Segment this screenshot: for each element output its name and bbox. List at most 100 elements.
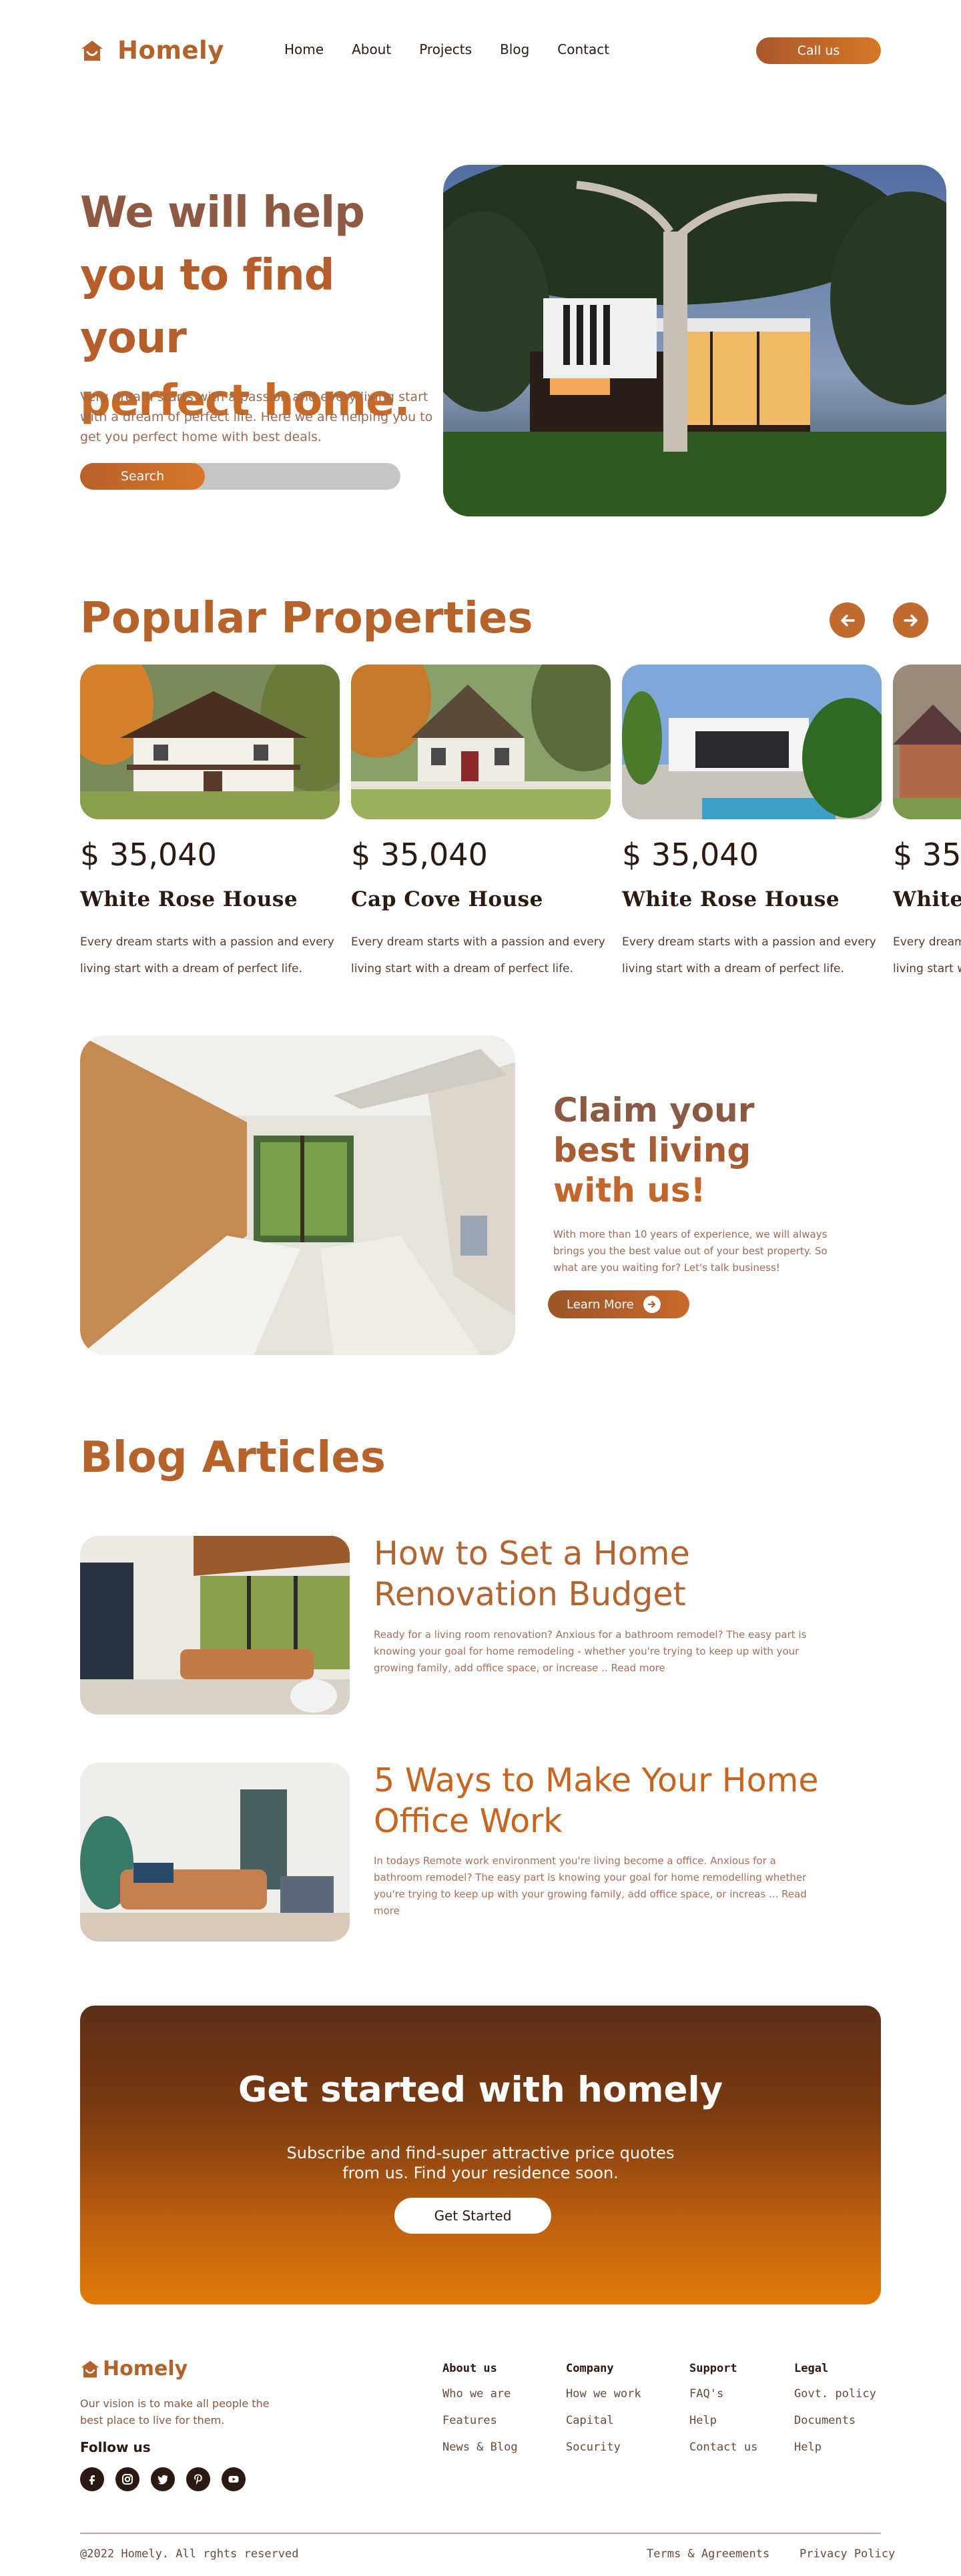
prev-button[interactable] bbox=[830, 602, 865, 638]
property-description-line: Every dream starts with a passion and ev… bbox=[80, 935, 334, 949]
hero-title-line-2: you to find your bbox=[80, 251, 335, 363]
property-price: $ 35,040 bbox=[80, 837, 217, 873]
footer-tagline: Our vision is to make all people the bes… bbox=[80, 2397, 270, 2427]
property-card[interactable]: $ 35,040 Cap Cove House Every dream star… bbox=[351, 665, 611, 985]
footer-column-company: Company How we work Capital Socurity bbox=[566, 2362, 641, 2467]
footer-column-about: About us Who we are Features News & Blog bbox=[442, 2362, 518, 2467]
footer-link[interactable]: News & Blog bbox=[442, 2441, 518, 2454]
footer-link[interactable]: Help bbox=[794, 2441, 876, 2454]
footer-link[interactable]: Features bbox=[442, 2414, 518, 2427]
property-card[interactable]: $ 35,040 White Rose House Every dream st… bbox=[622, 665, 882, 985]
blog-article-image[interactable] bbox=[80, 1763, 350, 1942]
property-name: Cap Cove House bbox=[351, 887, 543, 911]
footer-link[interactable]: Who we are bbox=[442, 2387, 518, 2401]
call-us-button[interactable]: Call us bbox=[756, 37, 881, 64]
blog-title: Blog Articles bbox=[80, 1433, 386, 1482]
footer-link[interactable]: How we work bbox=[566, 2387, 641, 2401]
claim-title: Claim your best living with us! bbox=[553, 1090, 820, 1210]
property-name: White Rose House bbox=[80, 887, 298, 911]
property-description-line: Every dream starts with a passion and ev… bbox=[893, 935, 961, 949]
arrow-left-icon bbox=[840, 614, 855, 626]
footer-link[interactable]: Socurity bbox=[566, 2441, 641, 2454]
footer-column-heading: About us bbox=[442, 2362, 497, 2375]
property-description-line: living start with a dream of perfect lif… bbox=[622, 962, 844, 975]
house-logo-icon bbox=[81, 40, 103, 61]
nav-about[interactable]: About bbox=[352, 41, 391, 57]
footer-divider bbox=[80, 2533, 881, 2534]
nav-blog[interactable]: Blog bbox=[500, 41, 529, 57]
footer-link[interactable]: Help bbox=[689, 2414, 757, 2427]
youtube-icon[interactable] bbox=[222, 2467, 246, 2491]
learn-more-label: Learn More bbox=[567, 1297, 634, 1312]
facebook-icon[interactable] bbox=[80, 2467, 104, 2491]
cta-subtitle-line: Subscribe and find-super attractive pric… bbox=[286, 2144, 675, 2162]
blog-article-image[interactable] bbox=[80, 1536, 350, 1715]
footer-column-heading: Legal bbox=[794, 2362, 829, 2375]
arrow-right-icon bbox=[903, 614, 918, 626]
footer-logo[interactable]: Homely bbox=[80, 2357, 188, 2381]
footer-link[interactable]: Documents bbox=[794, 2414, 876, 2427]
property-name: White Rose House bbox=[622, 887, 840, 911]
popular-title: Popular Properties bbox=[80, 594, 533, 643]
footer-link[interactable]: Capital bbox=[566, 2414, 641, 2427]
property-description-line: living start with a dream of perfect lif… bbox=[80, 962, 302, 975]
kitchen-image bbox=[80, 1035, 515, 1355]
property-price: $ 35,040 bbox=[893, 837, 961, 873]
social-links bbox=[80, 2467, 246, 2491]
footer-link[interactable]: FAQ's bbox=[689, 2387, 757, 2401]
twitter-icon[interactable] bbox=[151, 2467, 175, 2491]
property-name: White Rose House bbox=[893, 887, 961, 911]
learn-more-button[interactable]: Learn More bbox=[548, 1290, 689, 1318]
footer-column-legal: Legal Govt. policy Documents Help bbox=[794, 2362, 876, 2467]
arrow-right-icon bbox=[643, 1296, 661, 1313]
property-price: $ 35,040 bbox=[622, 837, 759, 873]
footer-link[interactable]: Contact us bbox=[689, 2441, 757, 2454]
nav-contact[interactable]: Contact bbox=[557, 41, 609, 57]
property-image bbox=[80, 665, 340, 819]
blog-article-title[interactable]: 5 Ways to Make Your Home Office Work bbox=[374, 1760, 881, 1841]
next-button[interactable] bbox=[893, 602, 928, 638]
footer-column-support: Support FAQ's Help Contact us bbox=[689, 2362, 757, 2467]
property-description: Every dream starts with a passion and ev… bbox=[622, 929, 882, 982]
hero-subtitle: Very dream starts with a passion and eve… bbox=[80, 390, 433, 444]
privacy-link[interactable]: Privacy Policy bbox=[799, 2547, 895, 2561]
claim-subtitle: With more than 10 years of experience, w… bbox=[553, 1228, 828, 1274]
cta-title: Get started with homely bbox=[238, 2070, 723, 2110]
main-nav: Home About Projects Blog Contact bbox=[284, 41, 637, 57]
property-image bbox=[351, 665, 611, 819]
nav-home[interactable]: Home bbox=[284, 41, 324, 57]
brand-logo[interactable]: Homely bbox=[80, 36, 224, 65]
house-logo-icon bbox=[81, 2360, 99, 2377]
property-description: Every dream starts with a passion and ev… bbox=[893, 929, 961, 982]
property-card[interactable]: $ 35,040 White Rose House Every dream st… bbox=[893, 665, 961, 985]
claim-title-line-2: best living bbox=[553, 1131, 751, 1170]
terms-link[interactable]: Terms & Agreements bbox=[647, 2547, 769, 2561]
cta-subtitle-line: from us. Find your residence soon. bbox=[342, 2164, 619, 2182]
footer-column-heading: Support bbox=[689, 2362, 737, 2375]
footer-column-heading: Company bbox=[566, 2362, 614, 2375]
instagram-icon[interactable] bbox=[115, 2467, 139, 2491]
get-started-button[interactable]: Get Started bbox=[394, 2198, 551, 2234]
search-button[interactable]: Search bbox=[80, 463, 205, 490]
property-description: Every dream starts with a passion and ev… bbox=[80, 929, 340, 982]
cta-subtitle: Subscribe and find-super attractive pric… bbox=[80, 2143, 881, 2183]
property-image bbox=[893, 665, 961, 819]
property-description-line: living start with a dream of perfect lif… bbox=[893, 962, 961, 975]
pinterest-icon[interactable] bbox=[186, 2467, 210, 2491]
property-image bbox=[622, 665, 882, 819]
claim-title-line-3: with us! bbox=[553, 1171, 706, 1210]
hero-title-line-1: We will help bbox=[80, 188, 365, 238]
blog-article-title[interactable]: How to Set a Home Renovation Budget bbox=[374, 1533, 881, 1615]
footer-brand-name: Homely bbox=[103, 2357, 188, 2381]
hero-house-image bbox=[443, 165, 946, 516]
property-card-clip: $ 35,040 White Rose House Every dream st… bbox=[893, 665, 961, 985]
property-description-line: Every dream starts with a passion and ev… bbox=[351, 935, 605, 949]
property-description-line: Every dream starts with a passion and ev… bbox=[622, 935, 876, 949]
footer-link[interactable]: Govt. policy bbox=[794, 2387, 876, 2401]
get-started-banner: Get started with homely Subscribe and fi… bbox=[80, 2006, 881, 2304]
blog-article-excerpt: Ready for a living room renovation? Anxi… bbox=[374, 1629, 807, 1674]
property-card[interactable]: $ 35,040 White Rose House Every dream st… bbox=[80, 665, 340, 985]
brand-name: Homely bbox=[117, 36, 224, 65]
claim-title-line-1: Claim your bbox=[553, 1091, 755, 1130]
nav-projects[interactable]: Projects bbox=[419, 41, 472, 57]
